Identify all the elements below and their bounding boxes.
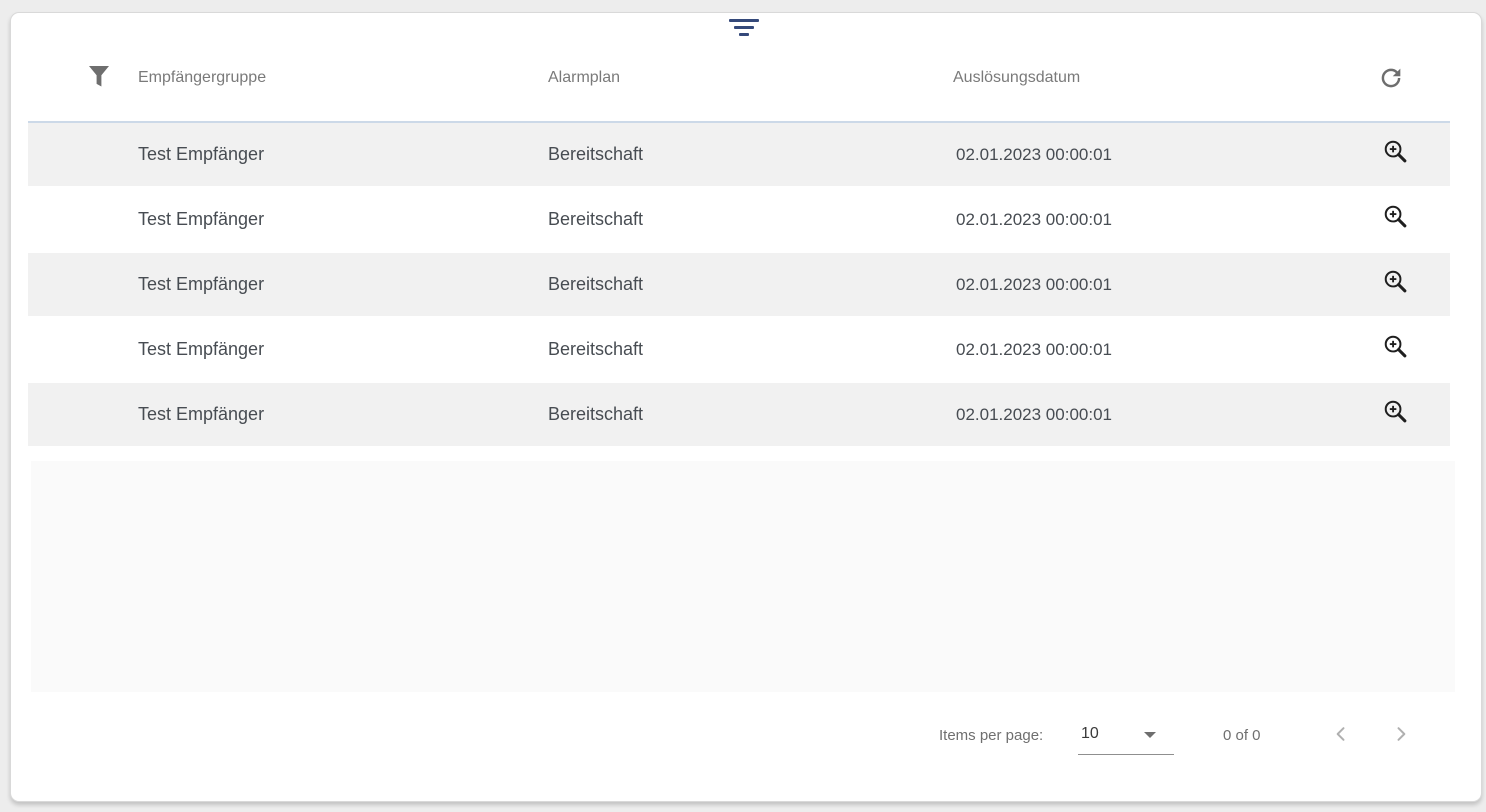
zoom-in-icon xyxy=(1382,203,1410,236)
cell-empfaengergruppe: Test Empfänger xyxy=(138,318,264,381)
table-row[interactable]: Test Empfänger Bereitschaft 02.01.2023 0… xyxy=(28,383,1450,448)
cell-alarmplan: Bereitschaft xyxy=(548,123,643,186)
zoom-in-icon xyxy=(1382,333,1410,366)
funnel-icon xyxy=(88,65,110,94)
cell-alarmplan: Bereitschaft xyxy=(548,188,643,251)
table-row[interactable]: Test Empfänger Bereitschaft 02.01.2023 0… xyxy=(28,318,1450,383)
cell-empfaengergruppe: Test Empfänger xyxy=(138,123,264,186)
cell-ausloesungsdatum: 02.01.2023 00:00:01 xyxy=(956,383,1112,446)
row-details-button[interactable] xyxy=(1376,123,1416,186)
cell-empfaengergruppe: Test Empfänger xyxy=(138,188,264,251)
table-row[interactable]: Test Empfänger Bereitschaft 02.01.2023 0… xyxy=(28,253,1450,318)
filter-lines-icon[interactable] xyxy=(729,19,759,41)
caret-down-icon xyxy=(1144,732,1156,738)
alarm-history-card: Empfängergruppe Alarmplan Auslösungsdatu… xyxy=(10,12,1482,802)
cell-empfaengergruppe: Test Empfänger xyxy=(138,253,264,316)
column-header-ausloesungsdatum: Auslösungsdatum xyxy=(953,69,1080,87)
cell-ausloesungsdatum: 02.01.2023 00:00:01 xyxy=(956,188,1112,251)
alarm-table: Test Empfänger Bereitschaft 02.01.2023 0… xyxy=(28,121,1450,448)
row-details-button[interactable] xyxy=(1376,188,1416,251)
table-row[interactable]: Test Empfänger Bereitschaft 02.01.2023 0… xyxy=(28,123,1450,188)
empty-table-area xyxy=(31,461,1455,692)
items-per-page-label: Items per page: xyxy=(939,727,1043,744)
chevron-left-icon xyxy=(1331,724,1351,749)
row-details-button[interactable] xyxy=(1376,383,1416,446)
cell-alarmplan: Bereitschaft xyxy=(548,318,643,381)
page-size-value: 10 xyxy=(1081,725,1099,743)
row-details-button[interactable] xyxy=(1376,318,1416,381)
zoom-in-icon xyxy=(1382,398,1410,431)
filter-lines-bar xyxy=(734,26,754,29)
row-details-button[interactable] xyxy=(1376,253,1416,316)
chevron-right-icon xyxy=(1391,724,1411,749)
zoom-in-icon xyxy=(1382,268,1410,301)
next-page-button[interactable] xyxy=(1389,724,1413,748)
cell-ausloesungsdatum: 02.01.2023 00:00:01 xyxy=(956,253,1112,316)
cell-alarmplan: Bereitschaft xyxy=(548,383,643,446)
page-size-select[interactable]: 10 xyxy=(1078,718,1174,755)
previous-page-button[interactable] xyxy=(1329,724,1353,748)
filter-button[interactable] xyxy=(83,63,115,95)
column-header-empfaengergruppe: Empfängergruppe xyxy=(138,69,266,87)
cell-alarmplan: Bereitschaft xyxy=(548,253,643,316)
cell-ausloesungsdatum: 02.01.2023 00:00:01 xyxy=(956,123,1112,186)
column-header-alarmplan: Alarmplan xyxy=(548,69,620,87)
cell-empfaengergruppe: Test Empfänger xyxy=(138,383,264,446)
table-row[interactable]: Test Empfänger Bereitschaft 02.01.2023 0… xyxy=(28,188,1450,253)
cell-ausloesungsdatum: 02.01.2023 00:00:01 xyxy=(956,318,1112,381)
filter-lines-bar xyxy=(729,19,759,22)
paginator-range-label: 0 of 0 xyxy=(1223,727,1261,744)
zoom-in-icon xyxy=(1382,138,1410,171)
filter-lines-bar xyxy=(739,33,749,36)
refresh-icon xyxy=(1377,64,1405,97)
refresh-button[interactable] xyxy=(1374,63,1408,97)
